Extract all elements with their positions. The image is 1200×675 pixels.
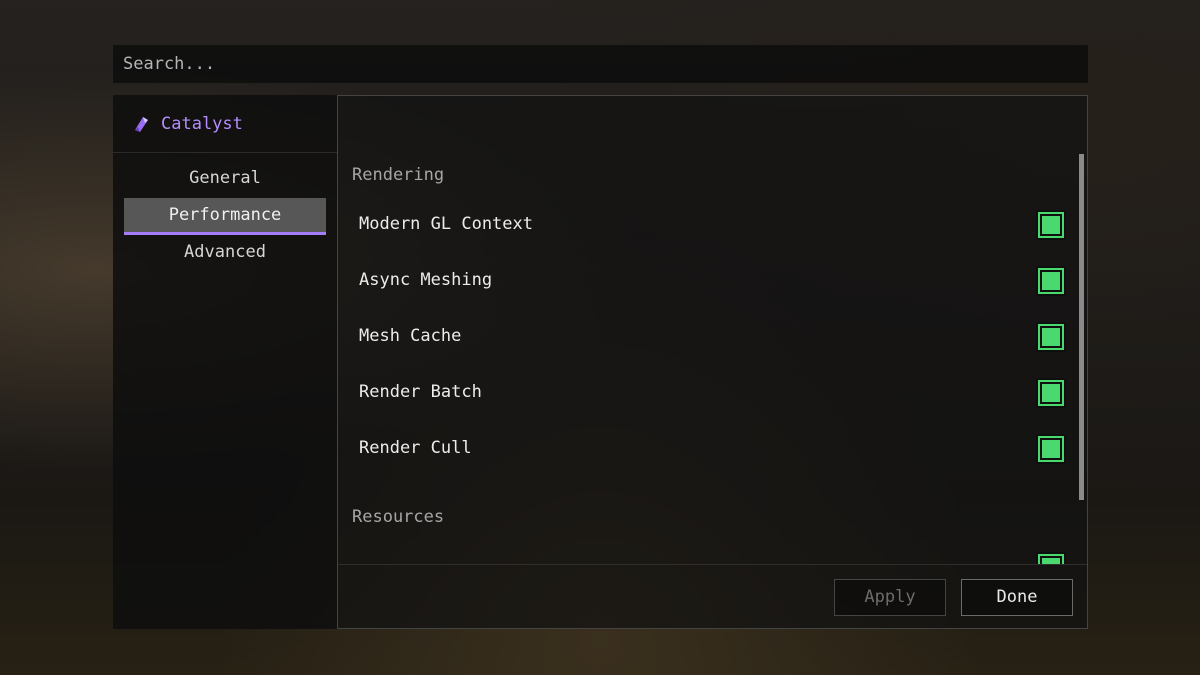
option-row: Render Cull	[338, 426, 1068, 472]
check-fill	[1042, 216, 1060, 234]
option-row: Render Batch	[338, 370, 1068, 416]
apply-button[interactable]: Apply	[834, 579, 946, 616]
option-row: Modern GL Context	[338, 202, 1068, 248]
sidebar: Catalyst General Performance Advanced	[113, 95, 337, 629]
option-toggle[interactable]	[1036, 434, 1066, 464]
check-fill	[1042, 272, 1060, 290]
option-label: Render Cull	[359, 438, 472, 458]
sidebar-item-general[interactable]: General	[124, 161, 326, 198]
check-fill	[1042, 440, 1060, 458]
check-fill	[1042, 384, 1060, 402]
search-bar[interactable]	[113, 45, 1088, 83]
option-label: Async Meshing	[359, 270, 493, 290]
option-label: Render Batch	[359, 382, 482, 402]
check-fill	[1042, 328, 1060, 346]
footer: Apply Done	[338, 564, 1087, 628]
option-toggle[interactable]	[1036, 322, 1066, 352]
options-panel: Rendering Modern GL Context Async Meshin…	[337, 95, 1088, 629]
amethyst-shard-icon	[131, 114, 151, 134]
option-toggle[interactable]	[1036, 552, 1066, 564]
option-label: Modern GL Context	[359, 214, 533, 234]
done-button[interactable]: Done	[961, 579, 1073, 616]
option-row: Async Meshing	[338, 258, 1068, 304]
option-row: Mesh Cache	[338, 314, 1068, 360]
option-toggle[interactable]	[1036, 210, 1066, 240]
sidebar-item-advanced[interactable]: Advanced	[124, 235, 326, 272]
sidebar-item-performance[interactable]: Performance	[124, 198, 326, 235]
option-label: Mesh Cache	[359, 326, 462, 346]
mod-name: Catalyst	[161, 113, 243, 134]
mod-header: Catalyst	[113, 95, 337, 153]
scrollbar[interactable]	[1079, 154, 1084, 500]
option-row-partial	[338, 544, 1068, 564]
options-list[interactable]: Rendering Modern GL Context Async Meshin…	[338, 154, 1087, 564]
section-title-rendering: Rendering	[352, 165, 445, 185]
option-toggle[interactable]	[1036, 266, 1066, 296]
option-toggle[interactable]	[1036, 378, 1066, 408]
search-input[interactable]	[123, 45, 1088, 83]
section-title-resources: Resources	[352, 507, 445, 527]
